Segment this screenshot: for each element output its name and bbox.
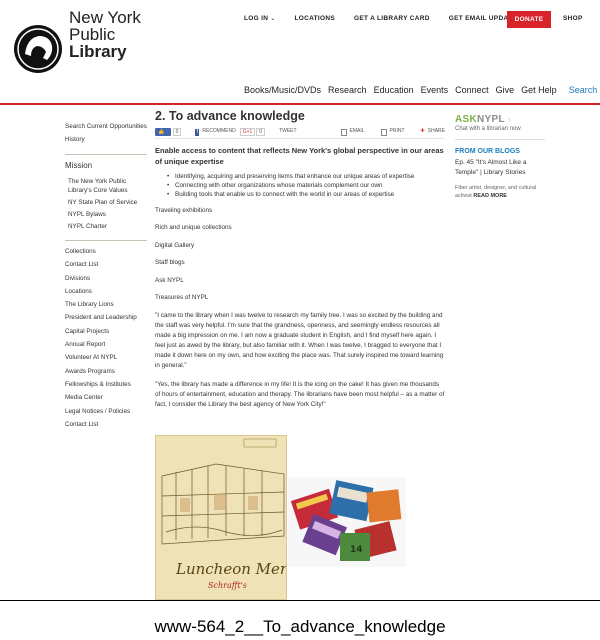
sidebar-item-fellowships[interactable]: Fellowships & Institutes [65,380,147,389]
list-item: Building tools that enable us to connect… [167,190,445,199]
sidebar-item-media-center[interactable]: Media Center [65,393,147,402]
logo-wordmark[interactable]: New York Public Library [69,9,141,60]
blogs-heading[interactable]: FROM OUR BLOGS [455,147,545,157]
ask-nypl-subtitle[interactable]: Chat with a librarian now [455,125,545,140]
luncheon-menu-image: Luncheon Menu Schrafft's [155,435,287,600]
share-bar: 👍 Like 0 f RECOMMEND G+1 0 TWEET EMAIL P… [155,127,445,143]
sidebar-item-legal[interactable]: Legal Notices / Policies [65,407,147,416]
goals-list: Identifying, acquiring and preserving it… [155,172,445,199]
sidebar-nav: Search Current Opportunities History Mis… [65,122,147,433]
nav-events[interactable]: Events [421,85,449,96]
sidebar-item-bylaws[interactable]: NYPL Bylaws [68,210,147,219]
gplus-count: 0 [256,128,266,136]
blog-post-description: Fiber artist, designer, and cultural act… [455,184,537,200]
print-button[interactable]: PRINT [390,127,405,137]
shop-link[interactable]: SHOP [563,15,583,22]
search-button[interactable]: Search ⌕ [569,85,600,96]
recommend-button[interactable]: RECOMMEND [202,127,235,137]
sidebar-item-core-values[interactable]: The New York Public Library's Core Value… [68,177,147,195]
logo-line-3: Library [69,42,127,61]
share-button[interactable]: SHARE [428,127,445,137]
nypl-lion-logo[interactable] [13,24,63,74]
donate-button[interactable]: DONATE [507,11,551,28]
sidebar-item-president[interactable]: President and Leadership [65,313,147,322]
nav-get-help[interactable]: Get Help [521,85,557,96]
print-icon [380,128,387,136]
staff-blogs-text: Staff blogs [155,259,185,266]
locations-link[interactable]: LOCATIONS [295,15,336,22]
list-item: Connecting with other organizations whos… [167,181,445,190]
list-item: Identifying, acquiring and preserving it… [167,172,445,181]
sidebar-item-capital-projects[interactable]: Capital Projects [65,327,147,336]
google-plus-button[interactable]: G+1 [239,128,256,136]
sidebar-item-locations[interactable]: Locations [65,287,147,296]
search-label: Search [568,85,598,95]
chevron-right-icon: › [507,115,511,124]
sidebar-item-library-lions[interactable]: The Library Lions [65,300,147,309]
logo-line-1: New York [69,8,141,27]
email-icon [340,128,347,136]
sidebar-item-collections[interactable]: Collections [65,247,147,256]
testimonial-quote-1: "I came to the library when I was twelve… [155,311,444,369]
sidebar-item-awards[interactable]: Awards Programs [65,367,147,376]
sidebar-item-divisions[interactable]: Divisions [65,274,147,283]
share-icon: ✚ [420,128,425,135]
page-title: 2. To advance knowledge [155,109,305,123]
sidebar-links-group: Collections Contact List Divisions Locat… [65,247,147,429]
facebook-like-button[interactable]: 👍 Like [155,128,171,143]
menu-brand: Schrafft's [208,581,247,590]
nav-research[interactable]: Research [328,85,367,96]
sidebar-item-annual-report[interactable]: Annual Report [65,340,147,349]
tweet-button[interactable]: TWEET [279,127,297,137]
library-card-link[interactable]: GET A LIBRARY CARD [354,15,430,22]
nav-books[interactable]: Books/Music/DVDs [244,85,321,96]
sidebar-item-plan-of-service[interactable]: NY State Plan of Service [68,198,147,207]
sidebar-mission-group: The New York Public Library's Core Value… [65,177,147,241]
nav-give[interactable]: Give [496,85,515,96]
ask-nypl-logo[interactable]: ASKNYPL › [455,115,545,125]
book-number: 14 [350,545,363,555]
chevron-down-icon: ⌄ [270,16,276,22]
sidebar-item-volunteer[interactable]: Volunteer At NYPL [65,353,147,362]
nav-education[interactable]: Education [374,85,414,96]
nav-connect[interactable]: Connect [455,85,489,96]
utility-nav: LOG IN ⌄ LOCATIONS GET A LIBRARY CARD GET… [244,15,548,22]
email-button[interactable]: EMAIL [350,127,365,137]
caption-divider [0,600,600,601]
ask-nypl-text: Ask NYPL [155,276,184,284]
read-more-link[interactable]: READ MORE [473,193,507,199]
screenshot-caption: www-564_2__To_advance_knowledge [154,617,446,636]
logo-line-2: Public [69,25,116,44]
like-count: 0 [172,128,182,136]
sidebar-item-charter[interactable]: NYPL Charter [68,222,147,231]
sidebar-item-opportunities[interactable]: Search Current Opportunities [65,122,147,131]
right-column: ASKNYPL › Chat with a librarian now FROM… [455,115,545,201]
sidebar-item-contact-list-2[interactable]: Contact List [65,420,147,429]
facebook-icon: f [195,128,200,136]
digital-gallery-text: Digital Gallery [155,241,195,249]
login-link[interactable]: LOG IN ⌄ [244,15,276,22]
main-content: 2. To advance knowledge 👍 Like 0 f RECOM… [155,109,445,419]
header-divider [0,103,600,105]
sidebar-item-contact-list[interactable]: Contact List [65,260,147,269]
lede-heading: Enable access to content that reflects N… [155,145,444,166]
blog-post-title[interactable]: Ep. 45 "It's Almost Like a Temple" | Lib… [455,158,545,178]
menu-title: Luncheon Menu [175,560,287,578]
sidebar-top-group: Search Current Opportunities History [65,122,147,155]
testimonial-quote-2: "Yes, the library has made a difference … [155,380,445,408]
sidebar-item-history[interactable]: History [65,135,147,144]
sidebar-item-mission[interactable]: Mission [65,161,147,170]
traveling-exhibitions-text: Traveling exhibitions [155,206,213,214]
treasures-text: Treasures of NYPL [155,294,209,301]
collections-text: Rich and unique collections [155,224,232,231]
main-nav: Books/Music/DVDs Research Education Even… [244,85,600,96]
books-collage-image: 14 [288,477,406,567]
